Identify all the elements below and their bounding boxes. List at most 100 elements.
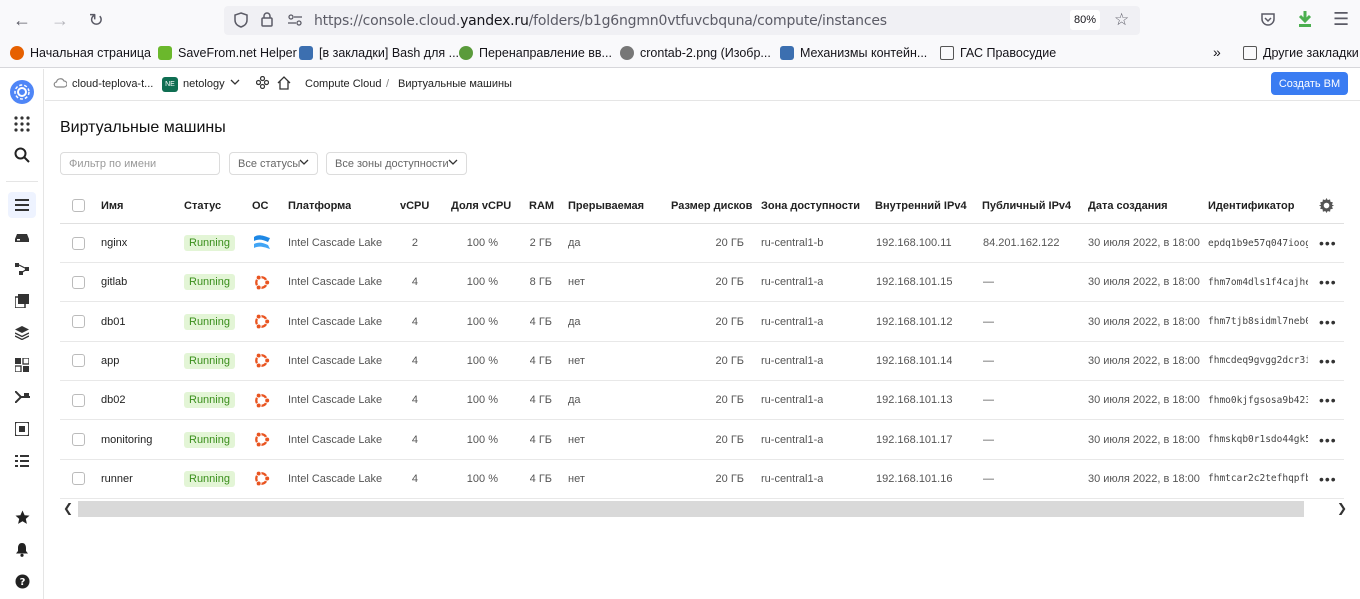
- filesystem-icon[interactable]: [8, 416, 36, 442]
- vm-name[interactable]: gitlab: [101, 263, 127, 301]
- vm-name[interactable]: runner: [101, 460, 133, 498]
- yandex-cloud-logo-icon[interactable]: [8, 79, 36, 105]
- row-actions-more-icon[interactable]: •••: [1319, 224, 1337, 262]
- vm-name[interactable]: db01: [101, 303, 125, 341]
- bookmark-item[interactable]: Перенаправление вв...: [459, 46, 612, 60]
- vm-name[interactable]: monitoring: [101, 421, 152, 459]
- gpu-clusters-icon[interactable]: [8, 384, 36, 410]
- col-ram[interactable]: RAM: [529, 188, 554, 223]
- create-vm-button[interactable]: Создать ВМ: [1271, 72, 1348, 95]
- col-preemptible[interactable]: Прерываемая: [568, 188, 644, 223]
- col-disk-size[interactable]: Размер дисков: [671, 188, 752, 223]
- zoom-level[interactable]: 80%: [1070, 10, 1100, 30]
- menu-icon[interactable]: ☰: [1333, 9, 1349, 30]
- url-text[interactable]: https://console.cloud.yandex.ru/folders/…: [314, 13, 887, 29]
- placement-groups-icon[interactable]: [8, 256, 36, 282]
- pocket-icon[interactable]: [1260, 11, 1276, 32]
- favorites-star-icon[interactable]: [8, 504, 36, 530]
- chevron-down-icon[interactable]: [230, 77, 240, 90]
- home-icon[interactable]: [277, 76, 291, 93]
- row-checkbox[interactable]: [72, 224, 85, 262]
- all-services-icon[interactable]: [8, 111, 36, 137]
- bookmark-folder[interactable]: Другие закладки: [1243, 46, 1359, 60]
- vm-list-icon[interactable]: [8, 192, 36, 218]
- row-actions-more-icon[interactable]: •••: [1319, 460, 1337, 498]
- notifications-bell-icon[interactable]: [8, 536, 36, 562]
- col-id[interactable]: Идентификатор: [1208, 188, 1295, 223]
- bookmark-item[interactable]: Начальная страница: [10, 46, 151, 60]
- breadcrumb-service[interactable]: Compute Cloud: [305, 78, 381, 90]
- row-actions-more-icon[interactable]: •••: [1319, 421, 1337, 459]
- vm-name[interactable]: app: [101, 342, 119, 380]
- row-actions-more-icon[interactable]: •••: [1319, 303, 1337, 341]
- select-all-checkbox[interactable]: [72, 188, 85, 223]
- col-vcpu-share[interactable]: Доля vCPU: [451, 188, 511, 223]
- chevron-overflow-icon[interactable]: »: [1213, 44, 1221, 60]
- bookmark-item[interactable]: Механизмы контейн...: [780, 46, 927, 60]
- table-row[interactable]: nginx Intel Cascade Lake 2 100 % 2 ГБ да 20 ГБ…: [60, 224, 1344, 263]
- snapshots-icon[interactable]: [8, 288, 36, 314]
- permissions-icon[interactable]: [287, 13, 303, 32]
- table-row[interactable]: gitlab Intel Cascade Lake 4 100 % 8 ГБ нет 20 …: [60, 263, 1344, 303]
- table-row[interactable]: runner Intel Cascade Lake 4 100 % 4 ГБ нет 20 …: [60, 460, 1344, 499]
- table-row[interactable]: app Intel Cascade Lake 4 100 % 4 ГБ нет 20 ГБ r…: [60, 342, 1344, 381]
- service-hub-icon[interactable]: [255, 75, 270, 92]
- row-checkbox[interactable]: [72, 421, 85, 459]
- table-row[interactable]: db02 Intel Cascade Lake 4 100 % 4 ГБ да 20 ГБ r…: [60, 381, 1344, 421]
- bookmark-folder[interactable]: ГАС Правосудие: [940, 46, 1056, 60]
- zone-filter-select[interactable]: Все зоны доступности: [326, 152, 467, 175]
- vm-id[interactable]: fhm7tjb8sidml7neb002: [1208, 303, 1308, 341]
- vm-id[interactable]: fhmskqb0r1sdo44gk59m: [1208, 421, 1308, 459]
- bookmark-item[interactable]: [в закладки] Bash для ...: [299, 46, 459, 60]
- reload-icon[interactable]: ↻: [84, 8, 108, 32]
- row-actions-more-icon[interactable]: •••: [1319, 381, 1337, 419]
- col-internal-ip[interactable]: Внутренний IPv4: [875, 188, 967, 223]
- download-icon[interactable]: [1296, 10, 1314, 33]
- search-icon[interactable]: [8, 142, 36, 168]
- vm-id[interactable]: fhmcdeq9gvgg2dcr3ili: [1208, 342, 1308, 380]
- address-bar[interactable]: https://console.cloud.yandex.ru/folders/…: [224, 6, 1140, 35]
- star-icon[interactable]: ☆: [1114, 10, 1129, 30]
- operations-icon[interactable]: [8, 448, 36, 474]
- vm-name[interactable]: db02: [101, 381, 125, 419]
- col-platform[interactable]: Платформа: [288, 188, 351, 223]
- bookmark-item[interactable]: SaveFrom.net Helper: [158, 46, 297, 60]
- disk-icon[interactable]: [8, 225, 36, 251]
- col-zone[interactable]: Зона доступности: [761, 188, 860, 223]
- row-checkbox[interactable]: [72, 303, 85, 341]
- shield-icon[interactable]: [234, 12, 248, 33]
- row-actions-more-icon[interactable]: •••: [1319, 342, 1337, 380]
- col-status[interactable]: Статус: [184, 188, 221, 223]
- name-filter-input[interactable]: Фильтр по имени: [60, 152, 220, 175]
- vm-id[interactable]: epdq1b9e57q047ioogic: [1208, 224, 1308, 262]
- status-filter-select[interactable]: Все статусы: [229, 152, 318, 175]
- breadcrumb-cloud[interactable]: cloud-teplova-t...: [72, 78, 153, 90]
- row-checkbox[interactable]: [72, 342, 85, 380]
- vm-id[interactable]: fhmo0kjfgsosa9b4230g: [1208, 381, 1308, 419]
- col-vcpu[interactable]: vCPU: [400, 188, 429, 223]
- bookmark-item[interactable]: crontab-2.png (Изобр...: [620, 46, 771, 60]
- col-public-ip[interactable]: Публичный IPv4: [982, 188, 1071, 223]
- col-created[interactable]: Дата создания: [1088, 188, 1168, 223]
- table-row[interactable]: monitoring Intel Cascade Lake 4 100 % 4 ГБ не…: [60, 421, 1344, 460]
- table-settings-gear-icon[interactable]: [1319, 188, 1334, 223]
- lock-icon[interactable]: [261, 12, 273, 32]
- instance-groups-icon[interactable]: [8, 352, 36, 378]
- images-layers-icon[interactable]: [8, 320, 36, 346]
- vm-id[interactable]: fhm7om4dls1f4cajhemf: [1208, 263, 1308, 301]
- scroll-right-arrow-icon[interactable]: ❯: [1337, 501, 1347, 515]
- row-checkbox[interactable]: [72, 263, 85, 301]
- row-checkbox[interactable]: [72, 460, 85, 498]
- col-os[interactable]: ОС: [252, 188, 269, 223]
- breadcrumb-folder[interactable]: netology: [183, 78, 225, 90]
- row-checkbox[interactable]: [72, 381, 85, 419]
- table-row[interactable]: db01 Intel Cascade Lake 4 100 % 4 ГБ да 20 ГБ r…: [60, 303, 1344, 342]
- scroll-left-arrow-icon[interactable]: ❮: [63, 501, 73, 515]
- horizontal-scrollbar[interactable]: [78, 501, 1304, 517]
- vm-id[interactable]: fhmtcar2c2tefhqpfbpi: [1208, 460, 1308, 498]
- forward-icon[interactable]: →: [48, 8, 72, 32]
- vm-name[interactable]: nginx: [101, 224, 127, 262]
- back-icon[interactable]: ←: [10, 8, 34, 32]
- row-actions-more-icon[interactable]: •••: [1319, 263, 1337, 301]
- col-name[interactable]: Имя: [101, 188, 123, 223]
